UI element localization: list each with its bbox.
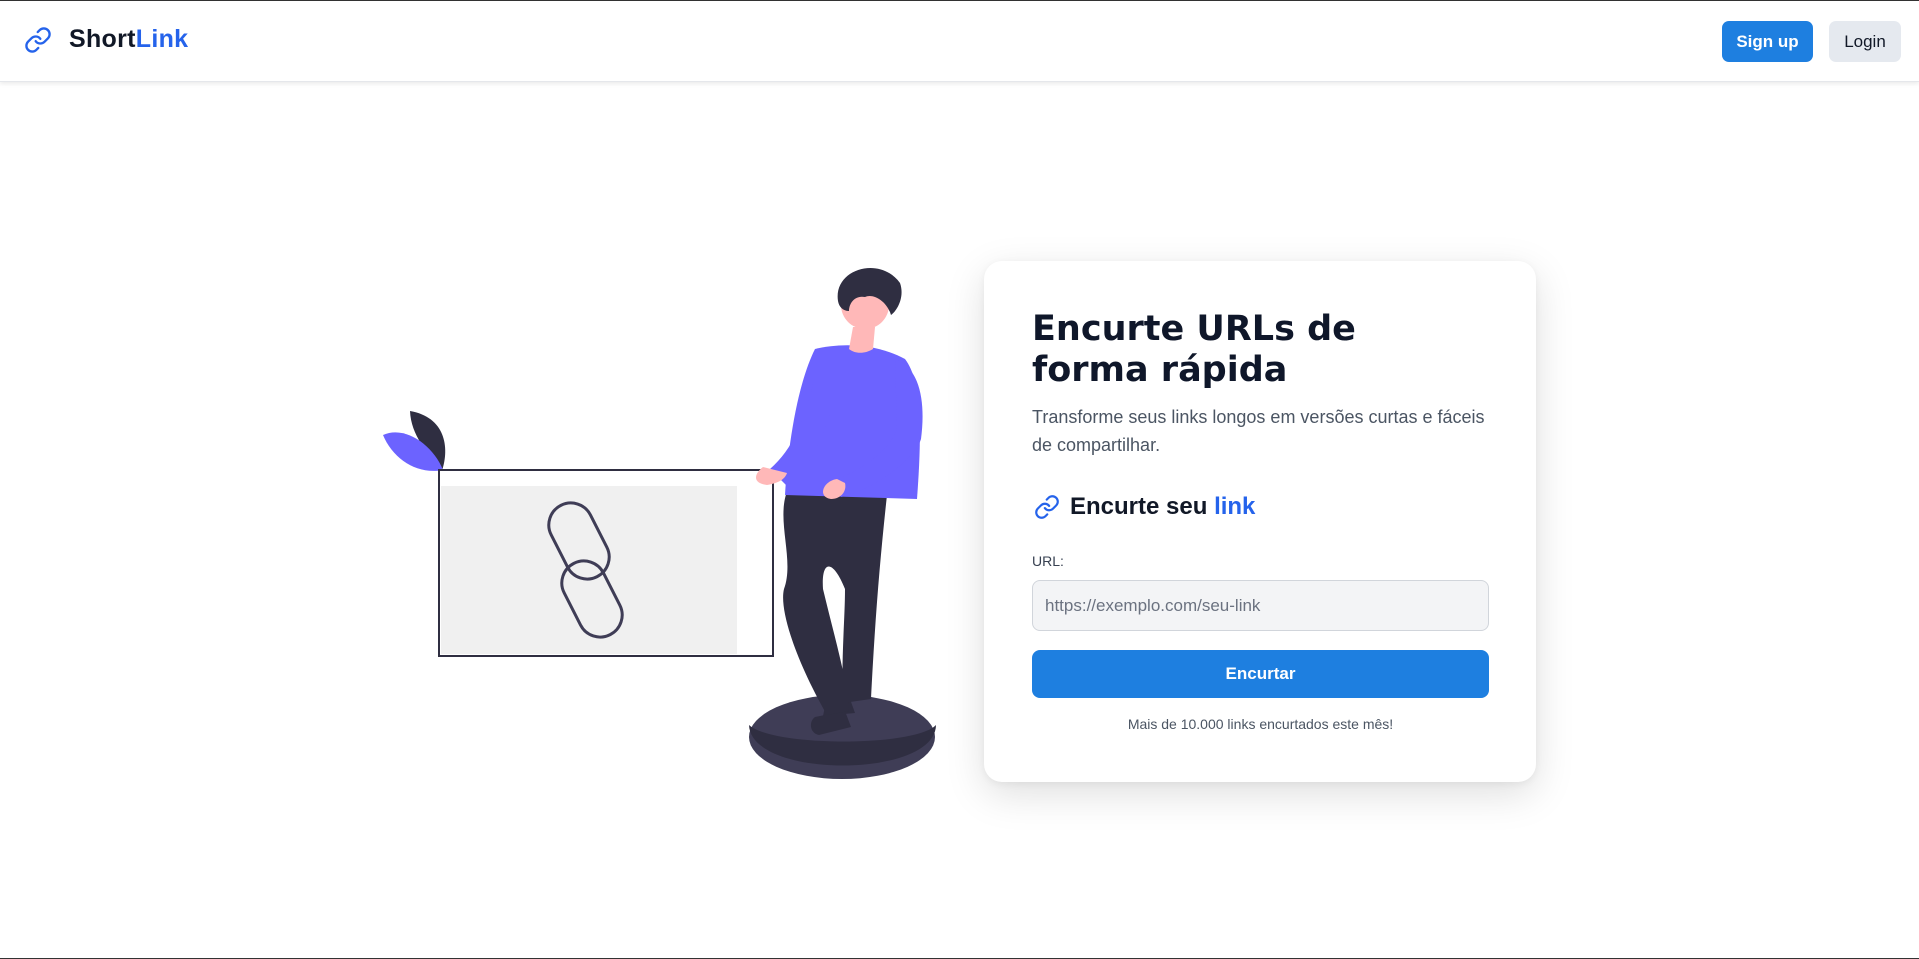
link-icon xyxy=(1035,495,1059,519)
url-label: URL: xyxy=(1032,553,1064,569)
page-title: Encurte URLs de forma rápida xyxy=(1032,309,1356,390)
login-button[interactable]: Login xyxy=(1829,21,1901,62)
neck xyxy=(849,327,875,353)
shorten-section-header: Encurte seu link xyxy=(1034,493,1255,521)
page-subtitle: Transforme seus links longos em versões … xyxy=(1032,407,1485,455)
pants xyxy=(783,489,887,715)
brand-logo[interactable]: ShortLink xyxy=(24,25,188,54)
navbar: ShortLink Sign up Login xyxy=(0,1,1919,82)
link-icon xyxy=(25,26,51,53)
signup-button[interactable]: Sign up xyxy=(1722,21,1813,62)
stats-footnote: Mais de 10.000 links encurtados este mês… xyxy=(1127,716,1394,732)
section-title: Encurte seu link xyxy=(1070,493,1256,520)
shorten-card: Encurte URLs de forma rápida Transforme … xyxy=(984,261,1536,782)
url-input[interactable] xyxy=(1032,580,1489,631)
shorten-button[interactable]: Encurtar xyxy=(1032,650,1489,698)
brand-name: ShortLink xyxy=(69,25,189,53)
hero-illustration xyxy=(383,267,936,779)
